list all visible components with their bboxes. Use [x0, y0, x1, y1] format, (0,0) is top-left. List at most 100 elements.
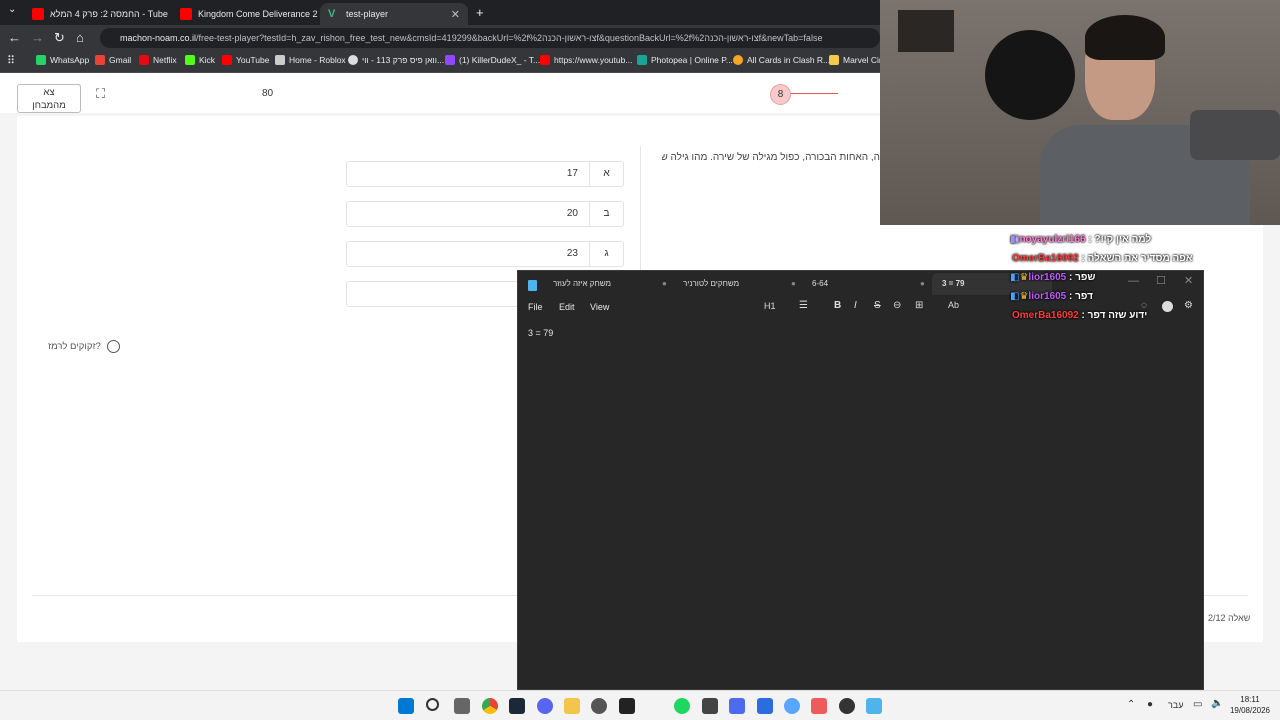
maximize-icon[interactable]: ☐ [1156, 274, 1166, 287]
menu-file[interactable]: File [528, 302, 543, 312]
account-avatar[interactable] [1162, 301, 1173, 312]
chat-message: ◧noyayulzri166 : ?למה אין קיו [1010, 234, 1152, 245]
search-icon[interactable] [426, 698, 439, 711]
italic-icon[interactable]: I [854, 300, 857, 311]
bookmark-kick[interactable]: Kick [185, 55, 215, 65]
menu-edit[interactable]: Edit [559, 302, 575, 312]
youtube-icon [180, 8, 192, 20]
tab-title: החמסה 2: פרק 4 המלא - Tube [50, 9, 168, 19]
bookmark-netflix[interactable]: Netflix [139, 55, 177, 65]
option-letter: ג [589, 242, 623, 266]
option-value: 20 [566, 208, 578, 219]
bookmark-twitch[interactable]: (1) KillerDudeX_ - T... [445, 55, 540, 65]
notepad-tab-4: 3 = 79 [942, 279, 965, 288]
new-tab-icon[interactable]: + [476, 5, 484, 20]
chevron-up-icon[interactable]: ⌃ [1127, 699, 1135, 710]
volume-icon[interactable]: 🔈 [1211, 698, 1223, 709]
tab-youtube[interactable]: החמסה 2: פרק 4 המלא - Tube ✕ [24, 3, 172, 25]
exit-test-button[interactable]: צא מהמבחן [17, 84, 81, 113]
apps-icon[interactable]: ⠿ [7, 54, 15, 67]
bookmark-roblox[interactable]: Home - Roblox [275, 55, 346, 65]
bookmark-gmail[interactable]: Gmail [95, 55, 131, 65]
clock[interactable]: 18:11 19/08/2026 [1228, 694, 1272, 716]
app-icon[interactable] [784, 698, 800, 714]
settings-gear-icon[interactable]: ⚙ [1184, 300, 1193, 311]
tab-search-icon[interactable]: ⌄ [8, 4, 16, 15]
link-icon[interactable]: ⊖ [893, 300, 901, 311]
notepad-tab-2[interactable]: משחקים לטורניר [683, 279, 739, 288]
bookmark-youtube[interactable]: YouTube [222, 55, 269, 65]
bookmark-whatsapp[interactable]: WhatsApp [36, 55, 89, 65]
language-indicator[interactable]: עבר [1168, 700, 1183, 710]
fullscreen-icon[interactable]: ⛶ [96, 86, 105, 102]
answer-option-c[interactable]: 23 ג [346, 241, 624, 267]
hint-button[interactable]: זקוקים לרמז? [48, 340, 120, 353]
steam-icon[interactable] [509, 698, 525, 714]
url-field[interactable]: machon-noam.co.il/free-test-player?testI… [100, 28, 880, 48]
close-icon[interactable]: ✕ [451, 8, 460, 21]
spellcheck-icon[interactable]: Ab [948, 300, 959, 310]
notepad-window: משחק איזה לעוזר ● משחקים לטורניר ● 6-64 … [517, 270, 1204, 690]
webcam-couch [1190, 110, 1280, 160]
file-explorer-icon[interactable] [564, 698, 580, 714]
answer-option-a[interactable]: 17 א [346, 161, 624, 187]
notepad-tab-3[interactable]: 6-64 [812, 279, 828, 288]
app-icon[interactable] [811, 698, 827, 714]
url-path: /free-test-player?testId=h_zav_rishon_fr… [196, 33, 823, 43]
reload-icon[interactable]: ↻ [54, 30, 65, 46]
list-icon[interactable]: ☰ [799, 300, 808, 311]
bookmark-one-piece[interactable]: וואן פיס פרק 113 - ווי... [348, 55, 444, 65]
lightbulb-icon [106, 340, 120, 353]
app-icon[interactable] [757, 698, 773, 714]
windows-taskbar: ⌃ ● עבר ▭ 🔈 18:11 19/08/2026 [0, 690, 1280, 720]
table-icon[interactable]: ⊞ [915, 300, 923, 311]
app-icon[interactable] [702, 698, 718, 714]
forward-icon[interactable]: → [31, 30, 44, 45]
menu-view[interactable]: View [590, 302, 609, 312]
network-icon[interactable]: ▭ [1193, 699, 1202, 710]
minimize-icon[interactable]: — [1128, 275, 1139, 287]
tab-dot-icon: ● [920, 279, 925, 288]
webcam-tv [898, 10, 954, 52]
close-window-icon[interactable]: ✕ [1184, 274, 1193, 287]
obs-icon[interactable] [591, 698, 607, 714]
tab-kingdom-come[interactable]: Kingdom Come Deliverance 2 ✕ [172, 3, 320, 25]
app-icon[interactable] [729, 698, 745, 714]
chat-message: OmerBa16092 : ידוע שזה דפר [1012, 310, 1148, 321]
media-player-icon[interactable] [839, 698, 855, 714]
youtube-icon [32, 8, 44, 20]
bold-icon[interactable]: B [834, 300, 841, 311]
bookmark-clash[interactable]: All Cards in Clash R... [733, 55, 830, 65]
windows-start-icon[interactable] [398, 698, 414, 714]
question-text: ה, האחות הבכורה, כפול מגילה של שירה. מהו… [662, 152, 880, 163]
option-value: 23 [566, 248, 578, 259]
microphone-icon[interactable]: ● [1147, 699, 1153, 710]
capcut-icon[interactable] [619, 698, 635, 714]
home-icon[interactable]: ⌂ [76, 30, 84, 45]
tab-test-player[interactable]: V test-player ✕ [320, 3, 468, 25]
bookmark-photopea[interactable]: Photopea | Online P... [637, 55, 733, 65]
webcam-person-hair [1085, 15, 1165, 60]
back-icon[interactable]: ← [8, 30, 21, 45]
exit-label-line1: צא [43, 87, 55, 98]
notepad-icon [528, 280, 537, 291]
clock-time: 18:11 [1240, 695, 1260, 704]
option-letter: ב [589, 202, 623, 226]
task-view-icon[interactable] [454, 698, 470, 714]
notepad-tab-1[interactable]: משחק איזה לעוזר [553, 279, 611, 288]
strikethrough-icon[interactable]: S [874, 300, 881, 311]
chat-message: ◧♛lior1605 : דפר [1010, 291, 1093, 302]
question-counter: שאלה 2/12 [1208, 613, 1251, 623]
notepad-content[interactable]: 3 = 79 [528, 328, 553, 338]
discord-icon[interactable] [537, 698, 553, 714]
vue-icon: V [328, 8, 336, 20]
answer-option-b[interactable]: 20 ב [346, 201, 624, 227]
hint-label: זקוקים לרמז? [48, 341, 101, 352]
timer: 80 [262, 88, 274, 99]
bookmark-youtube-url[interactable]: https://www.youtub... [540, 55, 632, 65]
chrome-icon[interactable] [482, 698, 498, 714]
spotify-icon[interactable] [674, 698, 690, 714]
heading-dropdown[interactable]: H1 [764, 301, 776, 311]
notepad-taskbar-icon[interactable] [866, 698, 882, 714]
question-number-badge[interactable]: 8 [770, 84, 791, 105]
